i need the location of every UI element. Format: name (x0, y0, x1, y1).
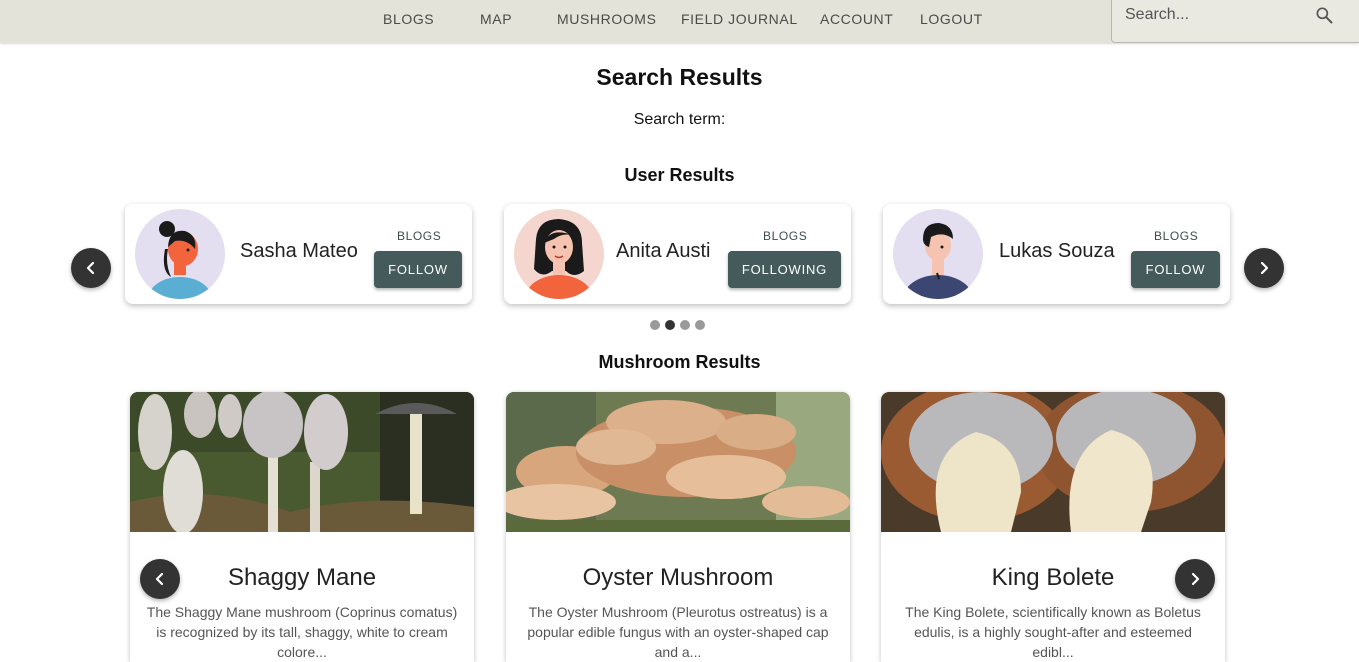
search-icon[interactable] (1314, 5, 1334, 25)
follow-button[interactable]: FOLLOW (374, 251, 462, 288)
chevron-left-icon (155, 572, 164, 586)
user-blogs-link[interactable]: BLOGS (763, 229, 807, 243)
user-name: Lukas Souza (999, 240, 1115, 262)
mushroom-description: The King Bolete, scientifically known as… (905, 604, 1201, 660)
mushroom-card-king-bolete[interactable]: King Bolete The King Bolete, scientifica… (881, 392, 1225, 662)
following-button[interactable]: FOLLOWING (728, 251, 841, 288)
mushrooms-next-button[interactable] (1175, 559, 1215, 599)
nav-mushrooms[interactable]: MUSHROOMS (557, 11, 657, 27)
search-term-label: Search term: (633, 111, 726, 128)
user-card-anita-austi: Anita Austi BLOGS FOLLOWING (504, 204, 851, 304)
user-results-heading: User Results (624, 165, 735, 185)
search-input[interactable] (1125, 4, 1305, 26)
user-card-lukas-souza: Lukas Souza BLOGS FOLLOW (883, 204, 1230, 304)
page-title: Search Results (596, 64, 763, 90)
users-prev-button[interactable] (71, 248, 111, 288)
mushroom-description: The Oyster Mushroom (Pleurotus ostreatus… (527, 604, 829, 660)
nav-field-journal[interactable]: FIELD JOURNAL (681, 11, 798, 27)
top-nav-bar: BLOGS MAP MUSHROOMS FIELD JOURNAL ACCOUN… (0, 0, 1359, 43)
nav-map[interactable]: MAP (480, 11, 512, 27)
user-blogs-link[interactable]: BLOGS (397, 229, 441, 243)
users-next-button[interactable] (1244, 248, 1284, 288)
mushrooms-prev-button[interactable] (140, 559, 180, 599)
avatar (135, 209, 225, 299)
chevron-right-icon (1260, 261, 1269, 275)
mushroom-photo (130, 392, 474, 532)
carousel-dot[interactable] (695, 320, 705, 330)
user-name: Sasha Mateo (240, 240, 358, 262)
mushroom-title: Oyster Mushroom (582, 564, 774, 591)
carousel-dot[interactable] (680, 320, 690, 330)
mushroom-title: Shaggy Mane (227, 564, 377, 591)
carousel-dot[interactable] (650, 320, 660, 330)
chevron-right-icon (1191, 572, 1200, 586)
user-card-sasha-mateo: Sasha Mateo BLOGS FOLLOW (125, 204, 472, 304)
mushroom-card-shaggy-mane[interactable]: Shaggy Mane The Shaggy Mane mushroom (Co… (130, 392, 474, 662)
nav-account[interactable]: ACCOUNT (820, 11, 893, 27)
follow-button[interactable]: FOLLOW (1131, 251, 1220, 288)
carousel-dot-active[interactable] (665, 320, 675, 330)
mushroom-photo (881, 392, 1225, 532)
mushroom-title: King Bolete (991, 564, 1115, 591)
user-name: Anita Austi (616, 240, 711, 262)
chevron-left-icon (86, 261, 95, 275)
nav-logout[interactable]: LOGOUT (920, 11, 983, 27)
nav-blogs[interactable]: BLOGS (383, 11, 434, 27)
mushroom-results-heading: Mushroom Results (598, 352, 761, 372)
mushroom-card-oyster-mushroom[interactable]: Oyster Mushroom The Oyster Mushroom (Ple… (506, 392, 850, 662)
avatar (893, 209, 983, 299)
mushroom-description: The Shaggy Mane mushroom (Coprinus comat… (146, 604, 458, 660)
avatar (514, 209, 604, 299)
user-blogs-link[interactable]: BLOGS (1154, 229, 1198, 243)
mushroom-photo (506, 392, 850, 532)
